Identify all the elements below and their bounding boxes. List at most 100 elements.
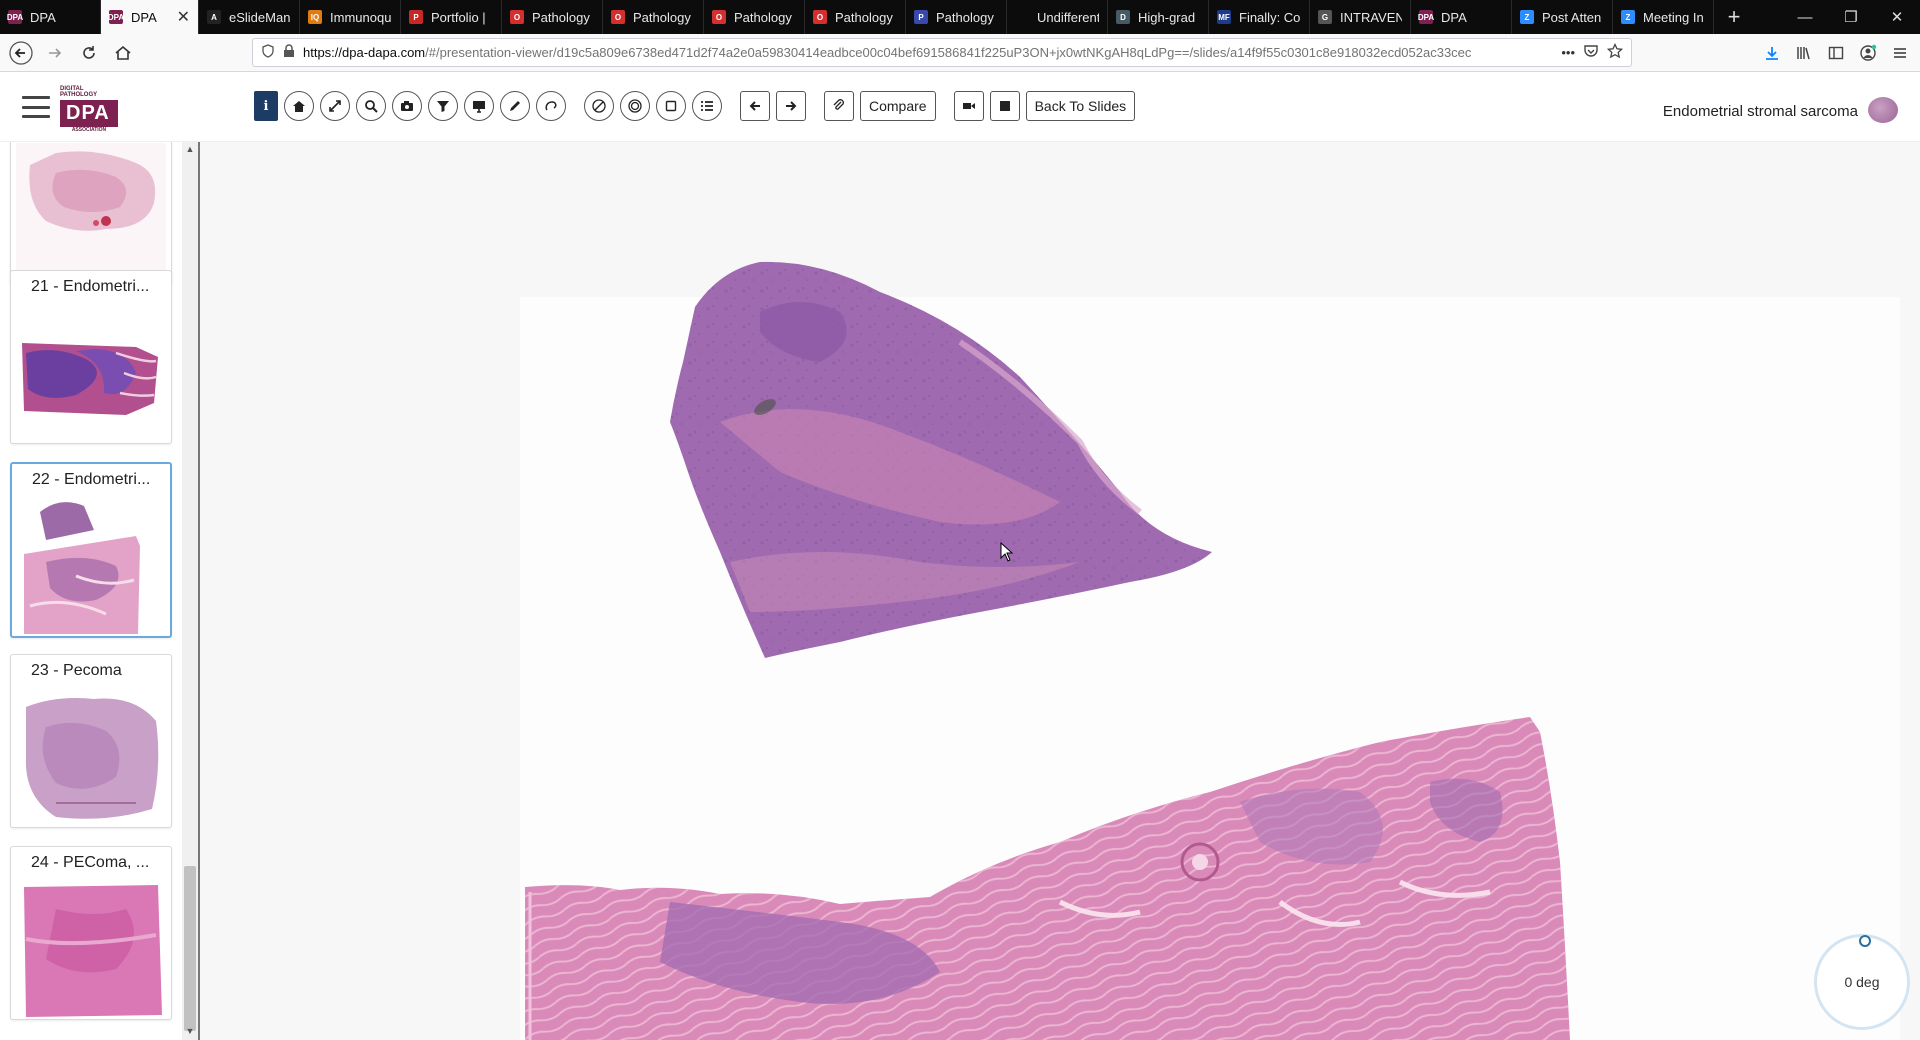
scroll-up-arrow-icon[interactable]: ▲	[184, 144, 196, 156]
slide-card[interactable]: 23 - Pecoma	[10, 654, 172, 828]
url-host: https://dpa-dapa.com	[303, 45, 426, 60]
tab-label: Pathology	[532, 9, 590, 25]
close-window-icon[interactable]: ✕	[1874, 0, 1920, 34]
url-bar[interactable]: https://dpa-dapa.com/#/presentation-view…	[252, 38, 1632, 67]
browser-tab[interactable]: AeSlideMan	[199, 0, 300, 34]
pocket-icon[interactable]	[1583, 43, 1599, 62]
scroll-down-arrow-icon[interactable]: ▼	[184, 1026, 196, 1038]
lock-icon[interactable]	[283, 44, 295, 61]
new-tab-plus-icon[interactable]: +	[1714, 0, 1754, 34]
browser-tab[interactable]: Z Post Atten	[1512, 0, 1613, 34]
browser-tab[interactable]: O Pathology	[502, 0, 603, 34]
annotation-list-button[interactable]	[692, 91, 722, 121]
previous-slide-button[interactable]	[740, 91, 770, 121]
page-actions-icon[interactable]: •••	[1561, 45, 1575, 60]
browser-tab[interactable]: MF Finally: Co	[1209, 0, 1310, 34]
tab-favicon-icon: IQ	[308, 10, 322, 24]
zoom-button[interactable]	[356, 91, 386, 121]
slide-thumbnail[interactable]	[16, 496, 166, 636]
rotation-dial[interactable]: 0 deg	[1814, 934, 1910, 1030]
home-view-button[interactable]	[284, 91, 314, 121]
case-title: Endometrial stromal sarcoma	[1662, 103, 1858, 120]
tab-favicon-icon: MF	[1217, 10, 1231, 24]
browser-tab[interactable]: D High-grad	[1108, 0, 1209, 34]
tab-label: DPA	[131, 9, 157, 25]
menu-icon[interactable]	[1884, 38, 1916, 68]
home-icon[interactable]	[106, 38, 140, 68]
sidebar-scrollbar-thumb[interactable]	[184, 866, 196, 1031]
reload-icon[interactable]	[72, 38, 106, 68]
paperclip-attachment-button[interactable]	[824, 91, 854, 121]
browser-tab[interactable]: DPA DPA	[1411, 0, 1512, 34]
url-text[interactable]: https://dpa-dapa.com/#/presentation-view…	[303, 45, 1553, 60]
minimize-window-icon[interactable]: —	[1782, 0, 1828, 34]
back-arrow-icon[interactable]	[4, 38, 38, 68]
hamburger-menu-icon[interactable]	[22, 96, 50, 118]
restore-window-icon[interactable]: ❐	[1828, 0, 1874, 34]
slide-card[interactable]: 24 - PEComa, ...	[10, 846, 172, 1020]
measure-button[interactable]	[584, 91, 614, 121]
tab-label: Portfolio |	[431, 9, 486, 25]
tab-favicon-icon: O	[510, 10, 524, 24]
rotation-label: 0 deg	[1844, 974, 1880, 990]
browser-tab[interactable]: O Pathology	[603, 0, 704, 34]
rectangle-annotation-button[interactable]	[656, 91, 686, 121]
slide-card-title: 22 - Endometri...	[32, 471, 151, 488]
rotation-knob[interactable]	[1859, 935, 1871, 947]
filter-button[interactable]	[428, 91, 458, 121]
slide-card[interactable]: 21 - Endometri...	[10, 270, 172, 444]
browser-tab[interactable]: IQ Immunoqu	[300, 0, 401, 34]
info-button[interactable]: i	[254, 91, 278, 121]
tab-label: High-grad	[1138, 9, 1196, 25]
tab-close-icon[interactable]: ✕	[177, 7, 190, 27]
fullscreen-button[interactable]	[320, 91, 350, 121]
logo-top-text: DIGITAL PATHOLOGY	[60, 86, 98, 98]
library-icon[interactable]	[1788, 38, 1820, 68]
slide-thumbnail[interactable]	[16, 143, 166, 283]
slide-card-title: 21 - Endometri...	[31, 278, 150, 295]
browser-tab[interactable]: G INTRAVEN	[1310, 0, 1411, 34]
slide-thumbnail[interactable]	[16, 303, 166, 443]
browser-tab[interactable]: Undifferentiat	[1007, 0, 1108, 34]
circle-annotation-button[interactable]	[620, 91, 650, 121]
presentation-monitor-button[interactable]	[464, 91, 494, 121]
freehand-lasso-button[interactable]	[536, 91, 566, 121]
mouse-cursor-icon	[1000, 542, 1014, 562]
tissue-image[interactable]	[200, 142, 1920, 1040]
case-thumbnail[interactable]	[1868, 97, 1898, 123]
tab-favicon-icon	[1015, 10, 1029, 24]
next-slide-button[interactable]	[776, 91, 806, 121]
browser-tab[interactable]: O Pathology	[805, 0, 906, 34]
slide-viewer-canvas[interactable]: 0 deg	[200, 142, 1920, 1040]
dpa-logo[interactable]: DIGITAL PATHOLOGY DPA ASSOCIATION	[60, 86, 118, 133]
back-to-slides-button[interactable]: Back To Slides	[1025, 91, 1136, 121]
browser-tab[interactable]: DPA DPA ✕	[101, 0, 199, 34]
slide-card[interactable]	[10, 142, 172, 284]
browser-tab[interactable]: Z Meeting In	[1613, 0, 1714, 34]
compare-button[interactable]: Compare	[860, 91, 936, 121]
tab-label: Pathology	[734, 9, 792, 25]
downloads-icon[interactable]	[1756, 38, 1788, 68]
browser-tab[interactable]: P Pathology	[906, 0, 1007, 34]
tab-label: Immunoqu	[330, 9, 392, 25]
account-icon[interactable]	[1852, 38, 1884, 68]
forward-arrow-icon[interactable]	[38, 38, 72, 68]
slide-thumbnail[interactable]	[16, 687, 166, 827]
tab-favicon-icon: P	[409, 10, 423, 24]
shield-icon[interactable]	[261, 44, 275, 61]
tab-favicon-icon: Z	[1520, 10, 1534, 24]
browser-tab[interactable]: O Pathology	[704, 0, 805, 34]
slide-thumbnail[interactable]	[16, 879, 166, 1019]
sidebar-toggle-icon[interactable]	[1820, 38, 1852, 68]
slide-list-sidebar[interactable]: 21 - Endometri... 22 - Endometri... 23 -	[0, 142, 200, 1040]
tab-favicon-icon: D	[1116, 10, 1130, 24]
bookmark-star-icon[interactable]	[1606, 42, 1624, 62]
app-header: DIGITAL PATHOLOGY DPA ASSOCIATION i Comp…	[0, 72, 1920, 142]
browser-tab[interactable]: P Portfolio |	[401, 0, 502, 34]
snapshot-camera-button[interactable]	[392, 91, 422, 121]
pencil-annotate-button[interactable]	[500, 91, 530, 121]
slide-card-selected[interactable]: 22 - Endometri...	[10, 462, 172, 638]
stop-button[interactable]	[989, 91, 1020, 121]
browser-tab[interactable]: DPA DPA	[0, 0, 101, 34]
video-record-button[interactable]	[953, 91, 984, 121]
